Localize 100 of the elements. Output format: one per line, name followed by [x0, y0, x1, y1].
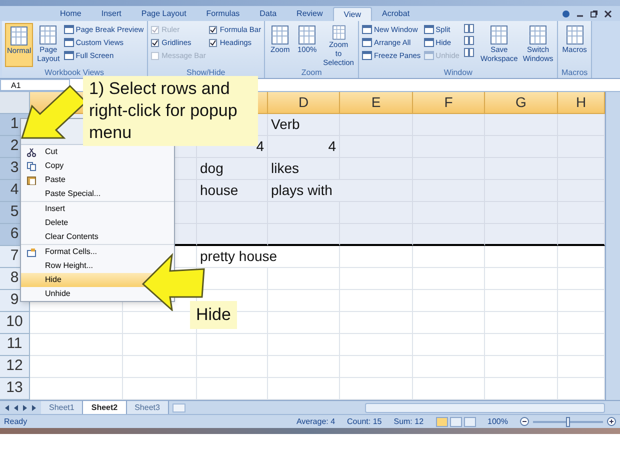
- document-icon: [424, 51, 434, 60]
- checkmark-icon: [152, 40, 158, 46]
- document-icon: [362, 38, 372, 47]
- table-cell: [413, 114, 485, 136]
- document-icon: [528, 25, 548, 45]
- table-cell: plays with: [268, 180, 413, 202]
- document-icon: [564, 25, 585, 45]
- table-cell: [413, 290, 485, 312]
- document-icon: [362, 51, 372, 60]
- help-icon[interactable]: [562, 10, 570, 18]
- status-sum: Sum: 12: [394, 416, 424, 428]
- group-label: Window: [442, 68, 474, 78]
- table-cell: likes: [268, 158, 340, 180]
- ribbon-tab[interactable]: Data: [250, 7, 287, 21]
- document-icon: [38, 25, 58, 45]
- table-cell: [558, 312, 605, 334]
- group-label: Zoom: [300, 68, 323, 78]
- table-cell: [197, 356, 268, 378]
- table-cell: [558, 158, 605, 180]
- copy-icon: [26, 162, 36, 170]
- table-cell: [558, 114, 605, 136]
- table-cell: 4: [268, 136, 340, 158]
- callout-tooltip: 1) Select rows and right-click for popup menu: [83, 76, 258, 146]
- table-cell: [558, 290, 605, 312]
- table-cell: [558, 246, 605, 268]
- checkmark-icon: [210, 26, 216, 32]
- ribbon-tab[interactable]: Formulas: [196, 7, 250, 21]
- close-icon[interactable]: [604, 10, 612, 18]
- window-icon[interactable]: [464, 24, 474, 33]
- callout-tooltip: Hide: [190, 301, 237, 329]
- checkmark-icon: [152, 26, 158, 32]
- table-cell: [268, 312, 340, 334]
- zoom-in-icon[interactable]: [607, 417, 616, 426]
- column-header[interactable]: G: [485, 92, 558, 114]
- document-icon: [270, 25, 290, 45]
- group-label: Workbook Views: [44, 68, 105, 78]
- sheet-tab[interactable]: Sheet2: [83, 401, 127, 414]
- checkmark-icon: [210, 40, 216, 46]
- table-cell: [558, 378, 605, 400]
- row-header[interactable]: 11: [0, 334, 30, 356]
- group-label: Macros: [561, 68, 588, 78]
- table-cell: [197, 334, 268, 356]
- horizontal-scrollbar[interactable]: [365, 402, 605, 412]
- sheet-tab[interactable]: Sheet3: [126, 401, 169, 414]
- table-cell: dog: [197, 158, 268, 180]
- table-cell: [413, 378, 485, 400]
- column-header[interactable]: F: [413, 92, 485, 114]
- name-box[interactable]: A1: [0, 79, 70, 91]
- column-header[interactable]: H: [558, 92, 605, 114]
- column-header[interactable]: D: [268, 92, 340, 114]
- ribbon-tab[interactable]: Acrobat: [372, 7, 420, 21]
- document-icon: [424, 38, 434, 47]
- table-cell: [268, 356, 340, 378]
- group-label: Show/Hide: [186, 68, 226, 78]
- table-cell: [558, 136, 605, 158]
- document-icon: [489, 25, 510, 45]
- row-header[interactable]: 12: [0, 356, 30, 378]
- table-cell: pretty house: [197, 246, 340, 268]
- table-cell: [558, 224, 605, 246]
- window-icon[interactable]: [464, 48, 474, 57]
- document-icon: [64, 25, 74, 34]
- document-icon: [362, 25, 372, 34]
- restore-icon[interactable]: [590, 10, 598, 18]
- table-cell: [413, 312, 485, 334]
- vertical-scrollbar[interactable]: [605, 92, 620, 400]
- ribbon-tab[interactable]: Home: [50, 7, 92, 21]
- table-cell: [558, 334, 605, 356]
- slider-thumb[interactable]: [566, 416, 570, 426]
- document-icon: [9, 26, 30, 46]
- document-icon: [424, 25, 434, 34]
- document-icon: [64, 51, 74, 60]
- zoom-out-icon[interactable]: [520, 417, 529, 426]
- document-icon: [297, 25, 318, 45]
- clipboard-icon: [26, 176, 36, 184]
- table-cell: [268, 224, 340, 246]
- table-cell: [413, 224, 485, 246]
- table-cell: [413, 334, 485, 356]
- ribbon-tab[interactable]: View: [332, 7, 372, 21]
- table-cell: [268, 290, 340, 312]
- format-cells-icon: [26, 248, 36, 256]
- table-cell: Verb: [268, 114, 340, 136]
- status-average: Average: 4: [296, 416, 336, 428]
- zoom-level: 100%: [488, 416, 508, 428]
- document-icon: [64, 38, 74, 47]
- ribbon-tab[interactable]: Insert: [91, 7, 132, 21]
- table-cell: [413, 246, 485, 268]
- row-header[interactable]: 13: [0, 378, 30, 400]
- row-header[interactable]: 10: [0, 312, 30, 334]
- column-header[interactable]: E: [340, 92, 413, 114]
- table-cell: [197, 378, 268, 400]
- table-cell: [558, 180, 605, 202]
- table-cell: [268, 268, 340, 290]
- ribbon-tab[interactable]: Page Layout: [131, 7, 196, 21]
- status-count: Count: 15: [347, 416, 382, 428]
- sheet-tab[interactable]: Sheet1: [41, 401, 84, 414]
- window-icon[interactable]: [464, 36, 474, 45]
- table-cell: [413, 268, 485, 290]
- table-cell: [558, 202, 605, 224]
- ribbon-tab[interactable]: Review: [286, 7, 333, 21]
- table-cell: [197, 224, 268, 246]
